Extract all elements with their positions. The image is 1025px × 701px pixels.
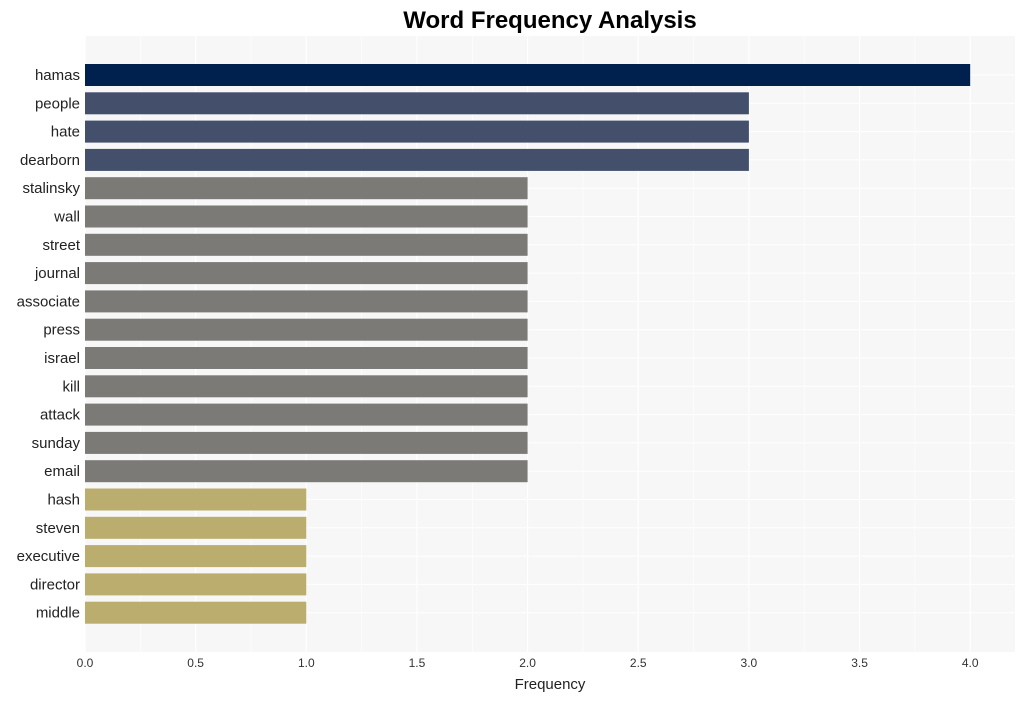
- x-tick-label: 0.5: [187, 656, 204, 670]
- y-tick-labels: hamas people hate dearborn stalinsky wall stre…: [17, 67, 81, 622]
- bar-hash: [85, 488, 307, 511]
- y-tick-label: middle: [36, 605, 80, 622]
- x-tick-label: 1.5: [409, 656, 426, 670]
- bar-stalinsky: [85, 177, 528, 200]
- bar-executive: [85, 545, 307, 568]
- y-tick-label: press: [43, 322, 80, 339]
- bar-people: [85, 92, 749, 115]
- bar-wall: [85, 205, 528, 228]
- y-tick-label: email: [44, 463, 80, 480]
- y-tick-label: hate: [51, 124, 80, 141]
- x-tick-label: 3.5: [851, 656, 868, 670]
- x-tick-label: 2.0: [519, 656, 536, 670]
- y-tick-label: wall: [53, 209, 80, 226]
- chart-title: Word Frequency Analysis: [403, 7, 696, 34]
- bar-press: [85, 318, 528, 341]
- y-tick-label: israel: [44, 350, 80, 367]
- x-tick-labels: 0.0 0.5 1.0 1.5 2.0 2.5 3.0 3.5 4.0: [77, 656, 979, 670]
- x-tick-label: 2.5: [630, 656, 647, 670]
- bar-middle: [85, 601, 307, 624]
- y-tick-label: dearborn: [20, 152, 80, 169]
- bar-sunday: [85, 431, 528, 454]
- bar-hamas: [85, 64, 971, 86]
- x-axis-label: Frequency: [515, 676, 586, 693]
- bar-street: [85, 233, 528, 256]
- y-tick-label: hash: [47, 492, 80, 509]
- y-tick-label: attack: [40, 407, 81, 424]
- word-frequency-chart: Word Frequency Analysis hamas people hate d…: [17, 7, 1015, 693]
- x-tick-label: 0.0: [77, 656, 94, 670]
- y-tick-label: stalinsky: [22, 180, 80, 197]
- bar-kill: [85, 375, 528, 398]
- bar-director: [85, 573, 307, 596]
- bar-associate: [85, 290, 528, 313]
- bar-israel: [85, 347, 528, 369]
- x-tick-label: 1.0: [298, 656, 315, 670]
- bar-steven: [85, 516, 307, 539]
- bar-email: [85, 460, 528, 483]
- y-tick-label: hamas: [35, 67, 80, 84]
- y-tick-label: people: [35, 95, 80, 112]
- y-tick-label: sunday: [32, 435, 81, 452]
- y-tick-label: steven: [36, 520, 80, 537]
- x-tick-label: 3.0: [741, 656, 758, 670]
- bar-journal: [85, 262, 528, 285]
- y-tick-label: associate: [17, 293, 80, 310]
- y-tick-label: executive: [17, 548, 80, 565]
- bar-dearborn: [85, 148, 749, 171]
- bar-attack: [85, 403, 528, 426]
- bar-hate: [85, 120, 749, 143]
- y-tick-label: journal: [34, 265, 80, 282]
- y-tick-label: kill: [63, 378, 81, 395]
- x-tick-label: 4.0: [962, 656, 979, 670]
- y-tick-label: director: [30, 576, 80, 593]
- y-tick-label: street: [42, 237, 80, 254]
